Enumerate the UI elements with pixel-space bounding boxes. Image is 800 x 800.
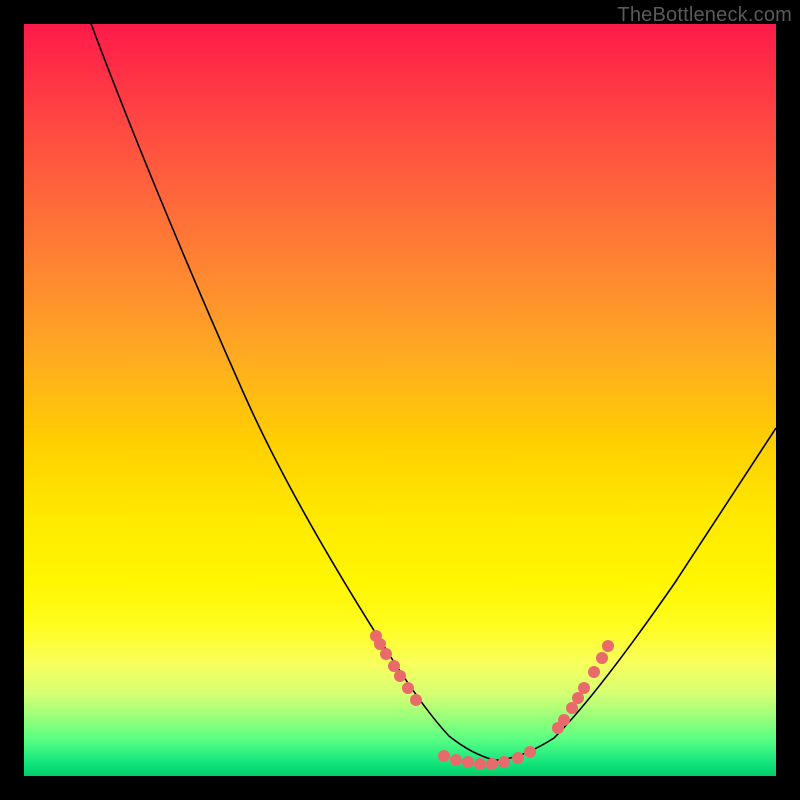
bottleneck-curve bbox=[24, 24, 776, 776]
marker-dot bbox=[462, 756, 474, 768]
marker-dot bbox=[402, 682, 414, 694]
marker-dot bbox=[588, 666, 600, 678]
marker-dot bbox=[438, 750, 450, 762]
marker-dot bbox=[388, 660, 400, 672]
marker-dot bbox=[486, 758, 498, 770]
marker-dot bbox=[572, 692, 584, 704]
curve-path bbox=[80, 24, 776, 760]
marker-dot bbox=[410, 694, 422, 706]
marker-dot bbox=[474, 758, 486, 770]
marker-dot bbox=[558, 714, 570, 726]
marker-dot bbox=[450, 754, 462, 766]
marker-cluster-left bbox=[370, 630, 422, 706]
marker-dot bbox=[380, 648, 392, 660]
marker-dot bbox=[566, 702, 578, 714]
marker-dot bbox=[512, 752, 524, 764]
marker-cluster-right bbox=[552, 640, 614, 734]
chart-frame bbox=[24, 24, 776, 776]
marker-dot bbox=[524, 746, 536, 758]
marker-dot bbox=[394, 670, 406, 682]
marker-dot bbox=[374, 638, 386, 650]
marker-dot bbox=[578, 682, 590, 694]
marker-dot bbox=[498, 756, 510, 768]
marker-dot bbox=[596, 652, 608, 664]
watermark-text: TheBottleneck.com bbox=[617, 4, 792, 27]
marker-dot bbox=[602, 640, 614, 652]
